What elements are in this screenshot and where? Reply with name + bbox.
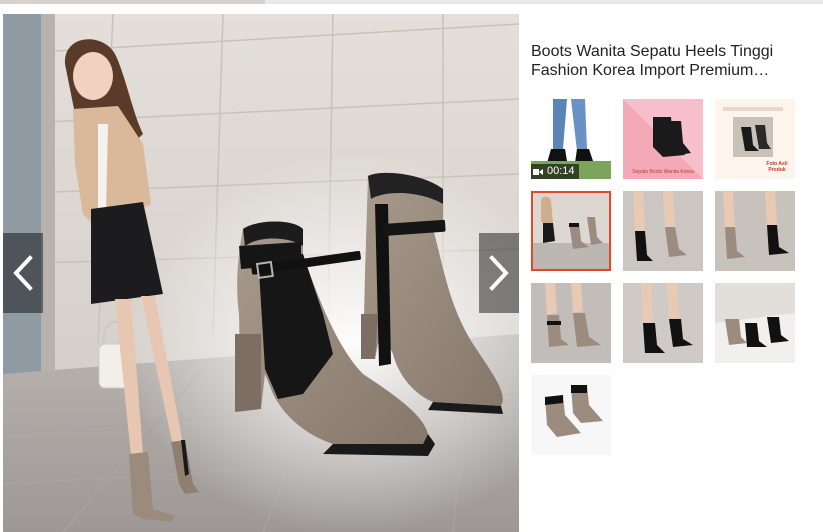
top-strip-segment: [0, 0, 265, 4]
chevron-left-icon: [13, 255, 33, 291]
thumbnail-8[interactable]: [623, 283, 703, 363]
product-photo: [3, 14, 519, 532]
next-image-button[interactable]: [479, 233, 519, 313]
video-camera-icon: [533, 168, 543, 175]
thumbnail-3[interactable]: Foto Asli Produk: [715, 99, 795, 179]
top-progress-strip: [0, 0, 823, 4]
thumb-caption: Sepatu Boots Wanita Korea: [632, 169, 694, 175]
thumb-photo-label: Foto Asli Produk: [766, 161, 788, 173]
thumb-image-8: [623, 283, 703, 363]
product-title: Boots Wanita Sepatu Heels Tinggi Fashion…: [531, 43, 774, 79]
main-product-image[interactable]: [3, 14, 519, 532]
prev-image-button[interactable]: [3, 233, 43, 313]
thumb-image-6: [715, 191, 795, 271]
thumbnail-video[interactable]: 00:14: [531, 99, 611, 179]
video-badge: 00:14: [531, 164, 579, 179]
thumb-image-7: [531, 283, 611, 363]
thumbnail-9[interactable]: [715, 283, 795, 363]
thumbnail-10[interactable]: [531, 375, 611, 455]
video-duration: 00:14: [547, 165, 575, 177]
thumb-image-4: [533, 193, 609, 269]
thumbnail-2[interactable]: Sepatu Boots Wanita Korea: [623, 99, 703, 179]
thumbnail-6[interactable]: [715, 191, 795, 271]
thumbnail-5[interactable]: [623, 191, 703, 271]
thumb-image-10: [531, 375, 611, 455]
thumb-image-9: [715, 283, 795, 363]
chevron-right-icon: [489, 255, 509, 291]
thumb-image-2: [623, 99, 703, 179]
thumb-image-5: [623, 191, 703, 271]
thumbnail-4-active[interactable]: [531, 191, 611, 271]
thumbnail-7[interactable]: [531, 283, 611, 363]
